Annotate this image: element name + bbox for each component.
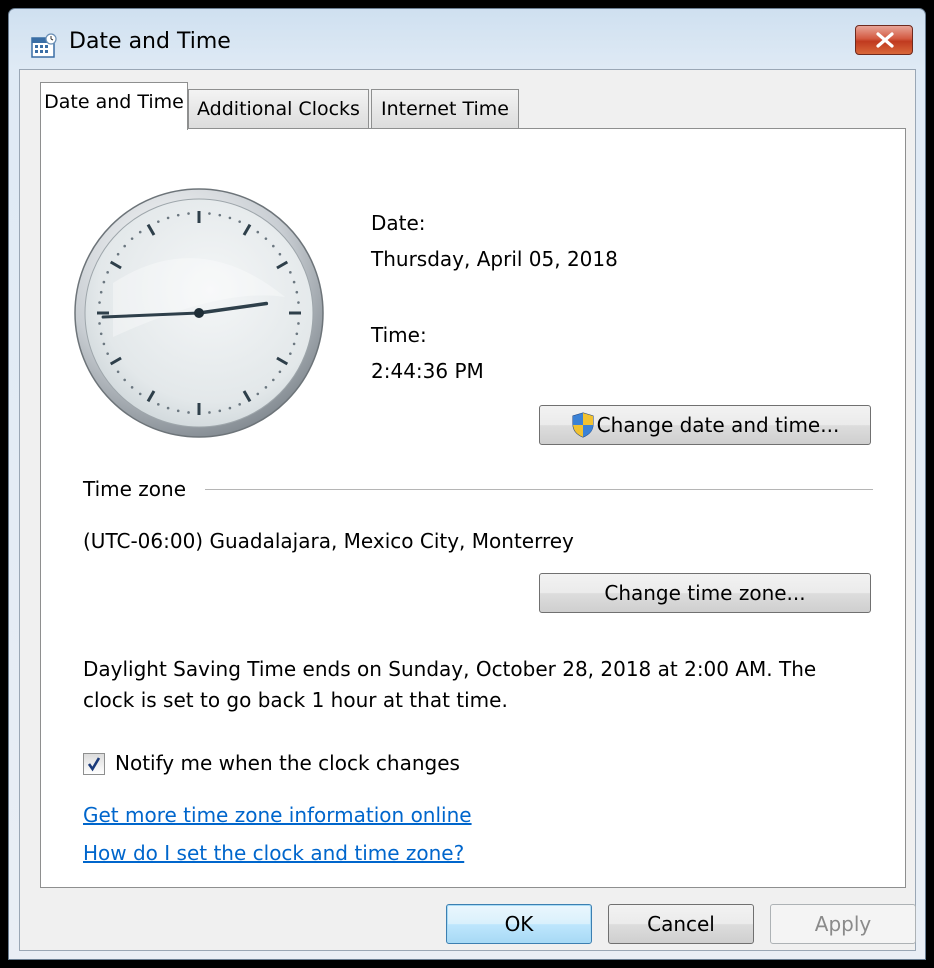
clock-minute-dot — [295, 332, 299, 336]
clock-minute-dot — [208, 411, 211, 414]
clock-minute-dot — [102, 342, 106, 346]
clock-minute-dot — [272, 378, 275, 382]
close-icon — [876, 32, 894, 48]
uac-shield-icon — [572, 412, 594, 438]
clock-minute-dot — [218, 409, 222, 413]
clock-minute-dot — [228, 216, 232, 220]
more-time-zone-info-link[interactable]: Get more time zone information online — [83, 803, 472, 827]
change-time-zone-button[interactable]: Change time zone... — [539, 573, 871, 613]
clock-minute-dot — [157, 220, 160, 223]
clock-minute-dot — [278, 370, 282, 374]
clock-minute-dot — [138, 230, 142, 234]
tab-label: Date and Time — [44, 91, 184, 113]
clock-minute-dot — [295, 290, 299, 294]
clock-minute-dot — [297, 322, 300, 325]
clock-minute-dot — [99, 290, 103, 294]
clock-minute-dot — [123, 378, 126, 382]
time-zone-heading: Time zone — [83, 477, 187, 501]
tab-label: Additional Clocks — [197, 98, 360, 120]
clock-minute-dot — [256, 230, 260, 234]
tab-additional-clocks[interactable]: Additional Clocks — [188, 89, 369, 129]
checkmark-icon — [87, 757, 101, 772]
clock-minute-dot — [187, 411, 190, 414]
dst-info-line-2: clock is set to go back 1 hour at that t… — [83, 688, 508, 712]
tab-date-and-time[interactable]: Date and Time — [40, 82, 188, 130]
clock-minute-dot — [289, 352, 292, 355]
analog-clock — [74, 188, 324, 438]
clock-minute-dot — [292, 280, 296, 284]
clock-minute-dot — [187, 212, 190, 215]
cancel-button[interactable]: Cancel — [608, 904, 754, 944]
clock-minute-dot — [264, 237, 268, 240]
clock-minute-dot — [238, 220, 241, 223]
calendar-clock-icon — [31, 33, 57, 58]
tab-internet-time[interactable]: Internet Time — [371, 89, 519, 129]
change-date-time-label: Change date and time... — [596, 413, 840, 437]
dialog-client-area: Date and Time Additional Clocks Internet… — [19, 69, 916, 951]
clock-minute-dot — [106, 271, 109, 274]
apply-button[interactable]: Apply — [770, 904, 916, 944]
time-value: 2:44:36 PM — [371, 359, 484, 383]
window-title: Date and Time — [69, 29, 231, 54]
clock-minute-dot — [99, 332, 103, 336]
clock-minute-dot — [228, 406, 232, 410]
clock-minute-dot — [106, 352, 109, 355]
clock-minute-dot — [272, 244, 275, 248]
time-zone-value: (UTC-06:00) Guadalajara, Mexico City, Mo… — [83, 529, 574, 553]
notify-label[interactable]: Notify me when the clock changes — [115, 751, 460, 775]
clock-minute-dot — [208, 212, 211, 215]
clock-minute-dot — [157, 403, 160, 406]
clock-minute-dot — [278, 252, 282, 256]
clock-minute-dot — [264, 386, 268, 389]
clock-minute-dot — [98, 301, 101, 304]
clock-minute-dot — [166, 216, 170, 220]
time-label: Time: — [371, 323, 427, 347]
clock-minute-dot — [138, 392, 142, 396]
clock-minute-dot — [218, 213, 222, 217]
clock-minute-dot — [130, 237, 134, 240]
date-value: Thursday, April 05, 2018 — [371, 247, 618, 271]
clock-minute-dot — [116, 370, 120, 374]
clock-minute-dot — [238, 403, 241, 406]
tab-panel: Date: Thursday, April 05, 2018 Time: 2:4… — [40, 128, 906, 888]
clock-minute-dot — [256, 392, 260, 396]
clock-minute-dot — [166, 406, 170, 410]
clock-minute-dot — [116, 252, 120, 256]
notify-checkbox[interactable] — [83, 753, 105, 775]
clock-minute-dot — [123, 244, 126, 248]
clock-minute-dot — [130, 386, 134, 389]
clock-minute-dot — [98, 322, 101, 325]
how-to-set-clock-link[interactable]: How do I set the clock and time zone? — [83, 841, 464, 865]
date-label: Date: — [371, 211, 426, 235]
date-time-dialog: Date and Time Date and Time Additional C… — [8, 8, 926, 960]
clock-minute-dot — [176, 409, 180, 413]
time-zone-separator — [205, 489, 873, 490]
clock-minute-dot — [297, 301, 300, 304]
ok-button[interactable]: OK — [446, 904, 592, 944]
change-time-zone-label: Change time zone... — [604, 581, 806, 605]
title-bar[interactable]: Date and Time — [9, 9, 925, 71]
clock-minute-dot — [102, 280, 106, 284]
clock-minute-dot — [289, 271, 292, 274]
change-date-time-button[interactable]: Change date and time... — [539, 405, 871, 445]
tab-label: Internet Time — [381, 98, 509, 120]
clock-minute-dot — [176, 213, 180, 217]
dst-info-line-1: Daylight Saving Time ends on Sunday, Oct… — [83, 657, 817, 681]
close-button[interactable] — [855, 25, 913, 55]
clock-minute-dot — [292, 342, 296, 346]
